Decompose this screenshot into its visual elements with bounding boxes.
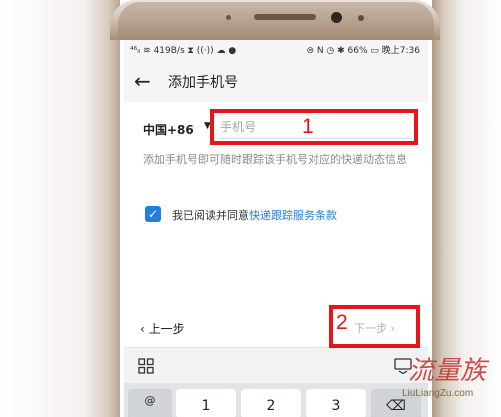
grid-menu-icon[interactable] bbox=[138, 358, 154, 374]
annotation-label-1: 1 bbox=[302, 115, 314, 138]
phone-screen: ⁴⁶ᵢₗ ≋ 419B/s ⧗ ((·)) ☁ ● ⊜ N ◷ ✱ 66% ▭ … bbox=[124, 40, 428, 417]
numeric-keyboard: @ 1 2 3 ⌫ bbox=[124, 383, 428, 417]
annotation-label-2: 2 bbox=[336, 311, 348, 334]
agreement-prefix: 我已阅读并同意 bbox=[172, 209, 249, 222]
agreement-checkbox[interactable]: ✓ bbox=[145, 206, 161, 222]
back-arrow-icon[interactable]: ← bbox=[134, 70, 156, 92]
status-bar: ⁴⁶ᵢₗ ≋ 419B/s ⧗ ((·)) ☁ ● ⊜ N ◷ ✱ 66% ▭ … bbox=[124, 40, 428, 62]
earpiece-speaker bbox=[254, 14, 316, 20]
light-sensor bbox=[358, 15, 364, 21]
hint-text: 添加手机号即可随时跟踪该手机号对应的快递动态信息 bbox=[143, 153, 407, 166]
key-2[interactable]: 2 bbox=[241, 389, 301, 417]
key-at[interactable]: @ bbox=[128, 389, 172, 417]
chevron-left-icon: ‹ bbox=[140, 322, 149, 336]
page-title: 添加手机号 bbox=[168, 75, 238, 91]
key-1[interactable]: 1 bbox=[176, 389, 236, 417]
watermark-logo: 流量族 bbox=[408, 356, 487, 386]
front-camera bbox=[331, 12, 342, 23]
status-right-icons: ⊜ N ◷ ✱ 66% ▭ 晚上7:36 bbox=[306, 46, 420, 56]
status-left-icons: ⁴⁶ᵢₗ ≋ 419B/s ⧗ ((·)) ☁ ● bbox=[130, 46, 237, 56]
proximity-sensor bbox=[226, 15, 231, 20]
country-code-selector[interactable]: 中国+86 bbox=[143, 121, 194, 138]
prev-step-label: 上一步 bbox=[148, 322, 185, 336]
key-3[interactable]: 3 bbox=[306, 389, 366, 417]
phone-top-bezel bbox=[118, 2, 434, 40]
agreement-text: 我已阅读并同意快递跟踪服务条款 bbox=[172, 207, 337, 223]
prev-step-button[interactable]: ‹ 上一步 bbox=[140, 320, 185, 337]
keyboard-toolbar bbox=[124, 347, 428, 384]
annotation-box-1 bbox=[210, 109, 418, 145]
service-terms-link[interactable]: 快递跟踪服务条款 bbox=[249, 209, 337, 222]
watermark-url: LiuLiangZu.com bbox=[402, 388, 474, 399]
app-bar: ← 添加手机号 bbox=[124, 62, 428, 102]
phone-frame-left bbox=[0, 0, 120, 417]
